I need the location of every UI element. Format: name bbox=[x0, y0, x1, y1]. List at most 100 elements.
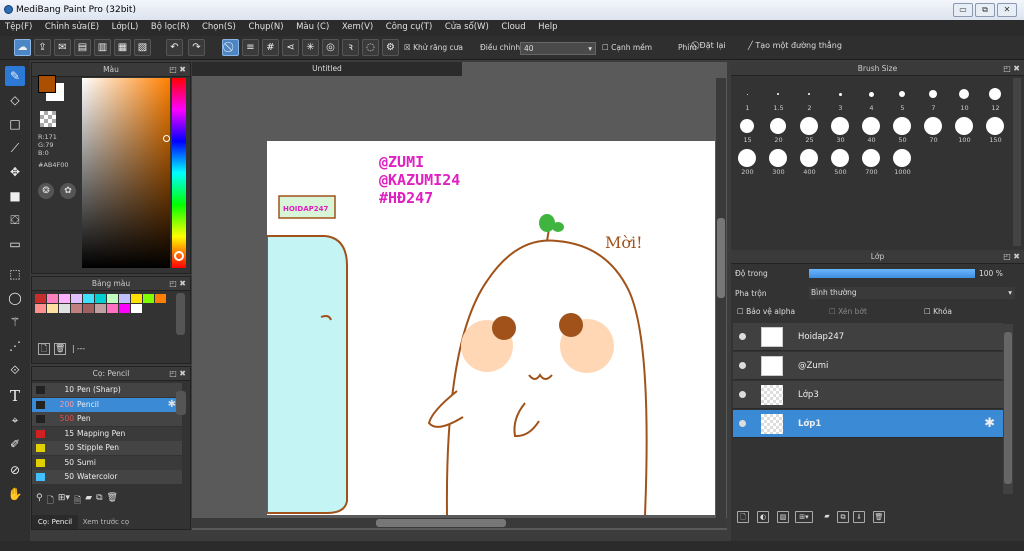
new-brush-icon[interactable]: 🗋 bbox=[47, 493, 54, 509]
brush-item[interactable]: 50 Stipple Pen bbox=[32, 441, 182, 455]
drawing-paper[interactable]: @ZUMI @KAZUMI24 #HĐ247 HOIDAP247 Mời! bbox=[267, 141, 715, 515]
palette-swatch[interactable] bbox=[119, 304, 130, 313]
eye-icon[interactable] bbox=[739, 333, 746, 340]
palette-name-field[interactable]: | --- bbox=[72, 344, 85, 353]
menu-layer[interactable]: Lớp(L) bbox=[107, 20, 144, 34]
menu-help[interactable]: Help bbox=[533, 20, 562, 34]
vertical-scroll-thumb[interactable] bbox=[717, 218, 725, 298]
brush-size-dot[interactable] bbox=[808, 93, 810, 95]
tab-document[interactable]: Untitled bbox=[192, 62, 462, 76]
brush-size-dot[interactable] bbox=[959, 89, 969, 99]
brush-size-dot[interactable] bbox=[831, 117, 849, 135]
comment-icon[interactable]: ✉ bbox=[54, 39, 71, 56]
new-layer-icon[interactable]: 🗋 bbox=[737, 511, 749, 523]
palette-swatch[interactable] bbox=[71, 304, 82, 313]
panel-controls-icon[interactable]: ◰ ✖ bbox=[169, 367, 186, 381]
palette-swatch[interactable] bbox=[155, 294, 166, 303]
curve-snap-icon[interactable]: ꝛ bbox=[342, 39, 359, 56]
duplicate-icon[interactable]: ⧉ bbox=[96, 493, 102, 509]
horizontal-scrollbar[interactable] bbox=[192, 518, 727, 528]
menu-tools[interactable]: Công cụ(T) bbox=[381, 20, 438, 34]
color-wheel-icon[interactable]: ❂ bbox=[38, 183, 54, 199]
palette-swatch[interactable] bbox=[35, 294, 46, 303]
bucket-tool-icon[interactable]: ⛋ bbox=[5, 210, 25, 230]
magic-wand-tool-icon[interactable]: ⚚ bbox=[5, 312, 25, 332]
menu-edit[interactable]: Chỉnh sửa(E) bbox=[40, 20, 104, 34]
eyedropper-tool-icon[interactable]: ✐ bbox=[5, 434, 25, 454]
grid-snap-icon[interactable]: # bbox=[262, 39, 279, 56]
circle-snap-icon[interactable]: ◎ bbox=[322, 39, 339, 56]
panel-controls-icon[interactable]: ◰ ✖ bbox=[1003, 62, 1020, 76]
ellipse-snap-icon[interactable]: ◌ bbox=[362, 39, 379, 56]
gradient-tool-icon[interactable]: ▭ bbox=[5, 234, 25, 254]
panel-controls-icon[interactable]: ◰ ✖ bbox=[1003, 250, 1020, 264]
menu-cloud[interactable]: Cloud bbox=[496, 20, 530, 34]
folder-icon[interactable]: ▰ bbox=[821, 511, 833, 523]
palette-swatch[interactable] bbox=[143, 294, 154, 303]
palette-swatch[interactable] bbox=[107, 304, 118, 313]
new-halftone-layer-icon[interactable]: ◐ bbox=[757, 511, 769, 523]
menu-view[interactable]: Xem(V) bbox=[337, 20, 378, 34]
shape-tool-icon[interactable]: □ bbox=[5, 114, 25, 134]
brush-size-dot[interactable] bbox=[989, 88, 1001, 100]
brush-size-dot[interactable] bbox=[862, 117, 880, 135]
brush-size-dot[interactable] bbox=[929, 90, 937, 98]
color-picker-cursor[interactable] bbox=[163, 135, 170, 142]
brush-size-dot[interactable] bbox=[924, 117, 942, 135]
delete-layer-icon[interactable]: 🗑 bbox=[873, 511, 885, 523]
copy-brush-icon[interactable]: 🗎 bbox=[74, 493, 81, 509]
blend-mode-dropdown[interactable]: Bình thường ▾ bbox=[809, 287, 1015, 299]
palette-swatch[interactable] bbox=[83, 304, 94, 313]
brush-size-dot[interactable] bbox=[986, 117, 1004, 135]
hand-tool-icon[interactable]: ✋ bbox=[5, 484, 25, 504]
brush-item-selected[interactable]: 200 Pencil ✱ bbox=[32, 397, 182, 412]
menu-window[interactable]: Cửa sổ(W) bbox=[440, 20, 494, 34]
eye-icon[interactable] bbox=[739, 420, 746, 427]
lock-checkbox[interactable]: ☐ Khóa bbox=[924, 307, 952, 316]
palette-swatch[interactable] bbox=[35, 304, 46, 313]
palette-swatch[interactable] bbox=[59, 294, 70, 303]
parallel-snap-icon[interactable]: ≡ bbox=[242, 39, 259, 56]
operation-tool-icon[interactable]: ⌖ bbox=[5, 410, 25, 430]
transparent-color-swatch[interactable] bbox=[40, 111, 56, 127]
soft-edge-checkbox[interactable]: ☐ Cạnh mềm bbox=[602, 43, 652, 52]
radial-snap-icon[interactable]: ⋖ bbox=[282, 39, 299, 56]
document-icon[interactable]: ▥ bbox=[94, 39, 111, 56]
select-tool-icon[interactable]: ⬚ bbox=[5, 264, 25, 284]
brush-item[interactable]: 500 Pen bbox=[32, 412, 182, 426]
cloud-icon[interactable]: ☁ bbox=[14, 39, 31, 56]
palette-swatch[interactable] bbox=[47, 294, 58, 303]
brush-item[interactable]: 15 Mapping Pen bbox=[32, 426, 182, 441]
new-palette-icon[interactable]: 🗋 bbox=[38, 343, 50, 355]
brush-size-dot[interactable] bbox=[838, 92, 842, 96]
share-icon[interactable]: ⇪ bbox=[34, 39, 51, 56]
antialias-checkbox[interactable]: ☒ Khử răng cưa bbox=[404, 43, 463, 52]
delete-palette-icon[interactable]: 🗑 bbox=[54, 343, 66, 355]
eye-icon[interactable] bbox=[739, 391, 746, 398]
brush-size-dot[interactable] bbox=[899, 91, 905, 97]
menu-select[interactable]: Chọn(S) bbox=[197, 20, 241, 34]
reset-button[interactable]: ⃠ Đặt lại bbox=[697, 41, 726, 51]
layer-row[interactable]: @Zumi bbox=[733, 352, 1003, 380]
palette-swatch[interactable] bbox=[47, 304, 58, 313]
gear-icon[interactable]: ✱ bbox=[984, 410, 995, 438]
fill-rect-tool-icon[interactable]: ■ bbox=[5, 186, 25, 206]
pen-tool-icon[interactable]: ✎ bbox=[5, 66, 25, 86]
brush-size-dot[interactable] bbox=[777, 93, 779, 95]
duplicate-layer-icon[interactable]: ⧉ bbox=[837, 511, 849, 523]
palette-add-icon[interactable]: ✿ bbox=[60, 183, 76, 199]
palette-swatch[interactable] bbox=[71, 294, 82, 303]
grid-icon[interactable]: ▦ bbox=[114, 39, 131, 56]
hue-slider-handle[interactable] bbox=[174, 251, 184, 261]
menu-snap[interactable]: Chụp(N) bbox=[243, 20, 288, 34]
palette-swatch[interactable] bbox=[107, 294, 118, 303]
brush-size-dot[interactable] bbox=[862, 149, 880, 167]
new-1bit-layer-icon[interactable]: ▨ bbox=[777, 511, 789, 523]
redo-icon[interactable]: ↷ bbox=[188, 39, 205, 56]
eye-icon[interactable] bbox=[739, 362, 746, 369]
restore-button[interactable]: ⧉ bbox=[975, 3, 995, 17]
menu-filter[interactable]: Bộ lọc(R) bbox=[146, 20, 195, 34]
chart-icon[interactable]: ▧ bbox=[134, 39, 151, 56]
palette-swatch[interactable] bbox=[83, 294, 94, 303]
select-pen-tool-icon[interactable]: ⋰ bbox=[5, 336, 25, 356]
